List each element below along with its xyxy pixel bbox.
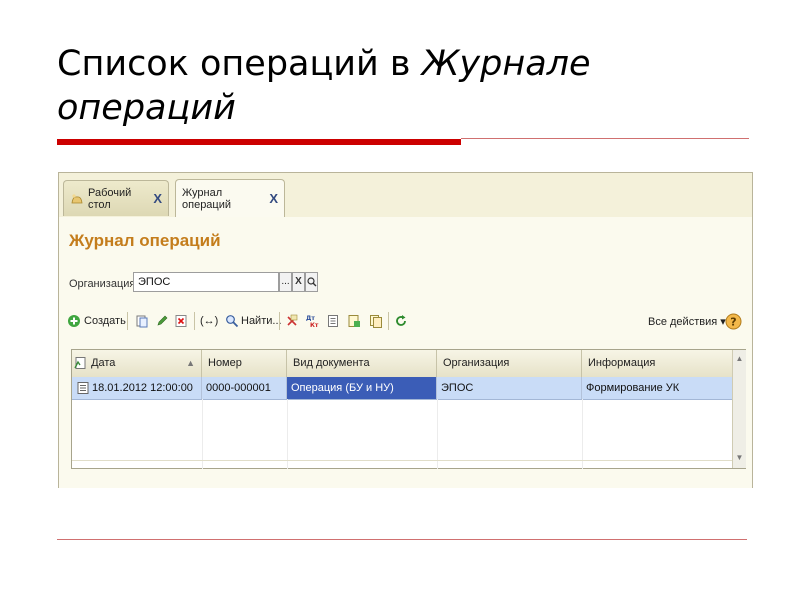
toolbar: Создать (↔) Найти... Дт Кт Все действия … [65,310,747,334]
org-input[interactable]: ЭПОС [133,272,279,292]
unpost-icon [287,314,298,326]
slide-title-regular: Список операций в [57,44,422,84]
table-row[interactable]: 18.01.2012 12:00:00 0000-000001 Операция… [72,377,732,400]
form-title: Журнал операций [69,231,221,250]
cell-info: Формирование УК [586,382,680,394]
cancel-posting-button[interactable] [285,310,299,332]
org-select-button[interactable]: ... [279,272,292,292]
find-button[interactable]: Найти... [225,310,282,332]
toolbar-separator [279,312,280,330]
org-clear-button[interactable]: X [292,272,305,292]
copy-button[interactable] [135,310,149,332]
column-header-info[interactable]: Информация [582,350,732,377]
table-header: Дата ▲ Номер Вид документа Организация И… [72,350,732,378]
scroll-down-icon[interactable]: ▼ [733,451,746,464]
dt-kt-button[interactable]: Дт Кт [305,310,319,332]
svg-text:Кт: Кт [310,322,319,328]
report-button[interactable] [326,310,340,332]
column-header-date[interactable]: Дата ▲ [72,350,202,377]
scroll-up-icon[interactable]: ▲ [733,352,746,365]
cell-number: 0000-000001 [202,377,287,399]
related-docs-button[interactable] [369,310,383,332]
column-divider [582,399,583,469]
column-divider [202,399,203,469]
tab-journal-label: Журнал операций [182,186,232,211]
toolbar-separator [127,312,128,330]
column-header-doc-type[interactable]: Вид документа [287,350,437,377]
find-label: Найти... [241,315,282,327]
tab-bar: Рабочий стол X Журнал операций X [59,173,752,218]
org-open-button[interactable] [305,272,318,292]
operations-table[interactable]: Дата ▲ Номер Вид документа Организация И… [71,349,746,469]
pencil-icon [157,315,168,326]
cell-organization: ЭПОС [437,377,582,399]
column-header-organization[interactable]: Организация [437,350,582,377]
form-content: Журнал операций Организация: ЭПОС ... X … [59,217,752,488]
slide-title: Список операций в Журнале операций [57,42,737,130]
app-window: Рабочий стол X Журнал операций X Журнал … [58,172,753,488]
column-label: Дата [91,357,116,369]
column-divider [287,399,288,469]
tab-desktop-label: Рабочий стол [88,186,132,211]
desktop-icon [70,192,84,206]
help-button[interactable]: ? [725,310,742,332]
delete-icon [175,315,187,327]
sort-icon: ▲ [186,358,195,368]
post-button[interactable]: (↔) [200,310,218,332]
tab-operations-journal[interactable]: Журнал операций X [175,179,285,217]
all-actions-menu[interactable]: Все действия ▾ [648,310,726,332]
cell-doc-type: Операция (БУ и НУ) [287,377,437,399]
tab-desktop-close-icon[interactable]: X [153,191,162,206]
column-header-number[interactable]: Номер [202,350,287,377]
document-row-icon [77,382,89,394]
add-icon [68,315,80,327]
refresh-button[interactable] [394,310,408,332]
documents-icon [370,315,382,328]
tab-desktop[interactable]: Рабочий стол X [63,180,169,216]
title-underline-thin [461,138,749,139]
cell-date-text: 18.01.2012 12:00:00 [92,382,193,394]
create-label: Создать [84,315,126,327]
delete-button[interactable] [174,310,188,332]
vertical-scrollbar[interactable]: ▲ ▼ [732,350,746,468]
create-based-on-button[interactable] [347,310,361,332]
debit-credit-icon: ДтКт [306,315,319,328]
footer-rule [57,539,747,540]
help-icon: ? [725,313,742,329]
copy-icon [136,315,148,328]
document-add-icon [348,315,360,327]
svg-text:Дт: Дт [306,315,315,322]
magnifier-icon [306,277,316,287]
title-underline-red [57,139,461,145]
column-icon [74,357,86,370]
table-footer-line [72,460,732,461]
create-button[interactable]: Создать [67,310,126,332]
document-icon [328,315,338,327]
toolbar-separator [194,312,195,330]
refresh-icon [396,315,406,326]
svg-text:?: ? [730,315,736,328]
column-divider [437,399,438,469]
search-icon [226,315,239,328]
edit-button[interactable] [155,310,169,332]
toolbar-separator [388,312,389,330]
tab-journal-close-icon[interactable]: X [269,191,278,206]
cell-date: 18.01.2012 12:00:00 [72,377,202,399]
org-label: Организация: [69,278,139,290]
